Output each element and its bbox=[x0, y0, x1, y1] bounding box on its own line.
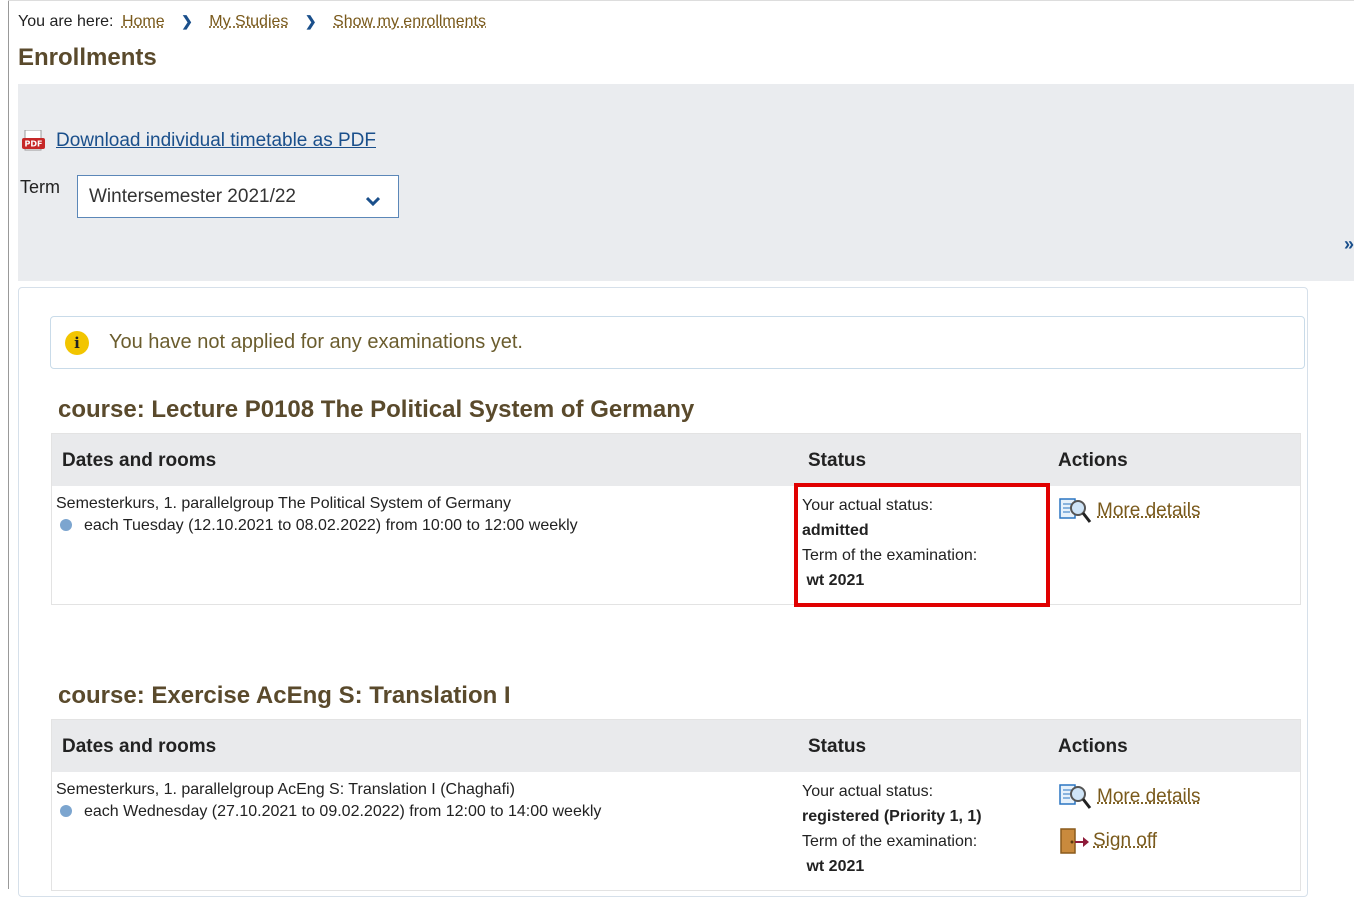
schedule-text: each Wednesday (27.10.2021 to 09.02.2022… bbox=[84, 803, 601, 820]
bullet-dot-icon bbox=[60, 519, 72, 531]
schedule-line: each Wednesday (27.10.2021 to 09.02.2022… bbox=[56, 801, 601, 823]
pdf-icon: PDF bbox=[22, 130, 45, 152]
breadcrumb-my-studies-link[interactable]: My Studies bbox=[209, 13, 288, 30]
svg-text:PDF: PDF bbox=[25, 140, 43, 149]
sign-off-link[interactable]: Sign off bbox=[1059, 827, 1157, 855]
schedule-line: each Tuesday (12.10.2021 to 08.02.2022) … bbox=[56, 515, 578, 537]
status-highlight-frame bbox=[794, 483, 1050, 607]
door-exit-icon bbox=[1059, 827, 1091, 855]
exam-term-value: wt 2021 bbox=[806, 858, 864, 875]
breadcrumb-home-link[interactable]: Home bbox=[122, 13, 165, 30]
breadcrumb-enrollments-link[interactable]: Show my enrollments bbox=[333, 13, 486, 30]
status-label: Your actual status: bbox=[802, 779, 982, 804]
info-message-box: i You have not applied for any examinati… bbox=[50, 316, 1305, 369]
header-actions: Actions bbox=[1058, 450, 1128, 472]
more-details-link[interactable]: More details bbox=[1059, 782, 1201, 812]
header-status: Status bbox=[808, 736, 866, 758]
chevron-right-icon: ❯ bbox=[181, 13, 193, 29]
info-message-text: You have not applied for any examination… bbox=[109, 331, 523, 354]
page-title: Enrollments bbox=[18, 44, 157, 72]
parallel-group-text: Semesterkurs, 1. parallelgroup AcEng S: … bbox=[56, 779, 601, 801]
parallel-group-text: Semesterkurs, 1. parallelgroup The Polit… bbox=[56, 493, 578, 515]
header-dates: Dates and rooms bbox=[62, 450, 216, 472]
header-actions: Actions bbox=[1058, 736, 1128, 758]
chevron-right-icon: ❯ bbox=[305, 13, 317, 29]
course-title: course: Lecture P0108 The Political Syst… bbox=[58, 396, 694, 424]
table-header-row: Dates and rooms Status Actions bbox=[52, 720, 1300, 772]
status-value: registered (Priority 1, 1) bbox=[802, 808, 982, 825]
breadcrumb: You are here: Home ❯ My Studies ❯ Show m… bbox=[18, 13, 490, 31]
download-pdf-link[interactable]: PDF Download individual timetable as PDF bbox=[22, 130, 376, 152]
breadcrumb-prefix: You are here: bbox=[18, 13, 113, 30]
term-select[interactable]: Wintersemester 2021/22 bbox=[77, 175, 399, 218]
schedule-text: each Tuesday (12.10.2021 to 08.02.2022) … bbox=[84, 517, 578, 534]
exam-term-label: Term of the examination: bbox=[802, 829, 982, 854]
term-select-value: Wintersemester 2021/22 bbox=[89, 186, 296, 208]
filter-panel: PDF Download individual timetable as PDF… bbox=[18, 84, 1354, 281]
page-top-border bbox=[8, 0, 1354, 1]
course-title: course: Exercise AcEng S: Translation I bbox=[58, 682, 511, 710]
sign-off-label: Sign off bbox=[1093, 830, 1157, 852]
status-cell: Your actual status: registered (Priority… bbox=[802, 779, 982, 879]
more-details-label: More details bbox=[1097, 500, 1201, 522]
chevron-down-icon bbox=[366, 190, 380, 212]
term-label: Term bbox=[20, 177, 60, 198]
table-header-row: Dates and rooms Status Actions bbox=[52, 434, 1300, 486]
dates-cell: Semesterkurs, 1. parallelgroup AcEng S: … bbox=[56, 779, 601, 823]
magnifier-document-icon bbox=[1059, 782, 1095, 812]
dates-cell: Semesterkurs, 1. parallelgroup The Polit… bbox=[56, 493, 578, 537]
bullet-dot-icon bbox=[60, 805, 72, 817]
header-status: Status bbox=[808, 450, 866, 472]
info-icon: i bbox=[65, 331, 89, 355]
page-left-border bbox=[8, 0, 9, 889]
more-details-label: More details bbox=[1097, 786, 1201, 808]
download-pdf-label: Download individual timetable as PDF bbox=[56, 130, 376, 152]
header-dates: Dates and rooms bbox=[62, 736, 216, 758]
collapse-panel-icon[interactable]: » bbox=[1344, 234, 1354, 255]
more-details-link[interactable]: More details bbox=[1059, 496, 1201, 526]
magnifier-document-icon bbox=[1059, 496, 1095, 526]
